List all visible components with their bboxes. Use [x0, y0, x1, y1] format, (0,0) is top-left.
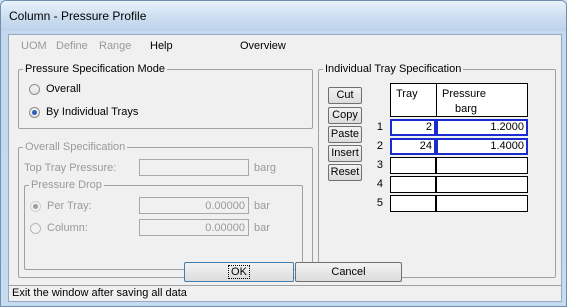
row-header-3[interactable]: 3	[369, 157, 383, 173]
status-text: Exit the window after saving all data	[12, 287, 187, 299]
tray-cell-row-5[interactable]	[390, 195, 436, 212]
paste-button[interactable]: Paste	[328, 126, 362, 143]
tray-cell-row-4[interactable]	[390, 176, 436, 193]
menu-range[interactable]: Range	[99, 40, 131, 52]
pressure-cell-row-4[interactable]	[436, 176, 528, 193]
cancel-button[interactable]: Cancel	[295, 262, 402, 282]
menu-define[interactable]: Define	[56, 40, 88, 52]
radio-individual-label: By Individual Trays	[46, 106, 139, 118]
row-header-4[interactable]: 4	[369, 176, 383, 192]
row-header-2[interactable]: 2	[369, 138, 383, 154]
pressure-drop-legend: Pressure Drop	[31, 179, 102, 191]
radio-column-indicator[interactable]	[30, 222, 41, 234]
insert-button[interactable]: Insert	[328, 145, 362, 162]
ok-button[interactable]: OK	[184, 262, 294, 282]
menu-uom[interactable]: UOM	[21, 40, 47, 52]
pressure-header-label: Pressure	[442, 88, 487, 100]
tray-cell-row-1[interactable]: 2	[390, 119, 436, 136]
cut-button[interactable]: Cut	[328, 87, 362, 104]
menu-overview[interactable]: Overview	[240, 40, 286, 52]
pressure-cell-row-5[interactable]	[436, 195, 528, 212]
top-tray-pressure-field[interactable]	[139, 159, 249, 176]
radio-overall-indicator[interactable]	[29, 83, 40, 95]
menu-bar: UOM Define Range Help Overview	[9, 35, 561, 57]
radio-overall[interactable]: Overall	[29, 83, 81, 95]
window-title: Column - Pressure Profile	[9, 9, 147, 23]
overall-spec-legend: Overall Specification	[25, 141, 126, 153]
pressure-cell-row-3[interactable]	[436, 157, 528, 174]
radio-per-tray-indicator[interactable]	[30, 200, 41, 212]
status-bar: Exit the window after saving all data	[9, 285, 561, 301]
tray-header-label: Tray	[396, 88, 418, 100]
top-tray-pressure-label: Top Tray Pressure:	[24, 162, 117, 174]
radio-column-label: Column:	[47, 222, 88, 234]
tray-cell-row-2[interactable]: 24	[390, 138, 436, 155]
radio-per-tray[interactable]: Per Tray:	[30, 200, 92, 212]
pressure-unit-label: barg	[455, 103, 478, 115]
dialog-client-area: UOM Define Range Help Overview Pressure …	[8, 34, 562, 302]
copy-button[interactable]: Copy	[328, 107, 362, 124]
row-header-1[interactable]: 1	[369, 119, 383, 135]
column-drop-unit: bar	[254, 222, 270, 234]
tray-column-header[interactable]: Tray	[390, 83, 437, 117]
radio-per-tray-label: Per Tray:	[47, 200, 92, 212]
tray-spec-legend: Individual Tray Specification	[325, 63, 462, 75]
menu-help[interactable]: Help	[150, 40, 173, 52]
radio-column[interactable]: Column:	[30, 222, 88, 234]
radio-overall-label: Overall	[46, 83, 81, 95]
pressure-cell-row-1[interactable]: 1.2000	[436, 119, 528, 136]
tray-cell-row-3[interactable]	[390, 157, 436, 174]
pressure-column-header[interactable]: Pressure barg	[436, 83, 528, 117]
column-drop-field[interactable]: 0.00000	[139, 219, 249, 236]
per-tray-drop-unit: bar	[254, 200, 270, 212]
per-tray-drop-field[interactable]: 0.00000	[139, 197, 249, 214]
title-bar[interactable]: Column - Pressure Profile	[1, 1, 566, 31]
reset-button[interactable]: Reset	[328, 164, 362, 181]
ok-button-label: OK	[228, 265, 250, 279]
pressure-mode-group: Pressure Specification Mode	[18, 64, 313, 129]
row-header-5[interactable]: 5	[369, 195, 383, 211]
pressure-mode-legend: Pressure Specification Mode	[25, 63, 166, 75]
radio-individual-indicator[interactable]	[29, 106, 40, 118]
pressure-cell-row-2[interactable]: 1.4000	[436, 138, 528, 155]
radio-by-individual-trays[interactable]: By Individual Trays	[29, 106, 138, 118]
dialog-window: Column - Pressure Profile UOM Define Ran…	[0, 0, 567, 307]
top-tray-pressure-unit: barg	[254, 162, 277, 174]
